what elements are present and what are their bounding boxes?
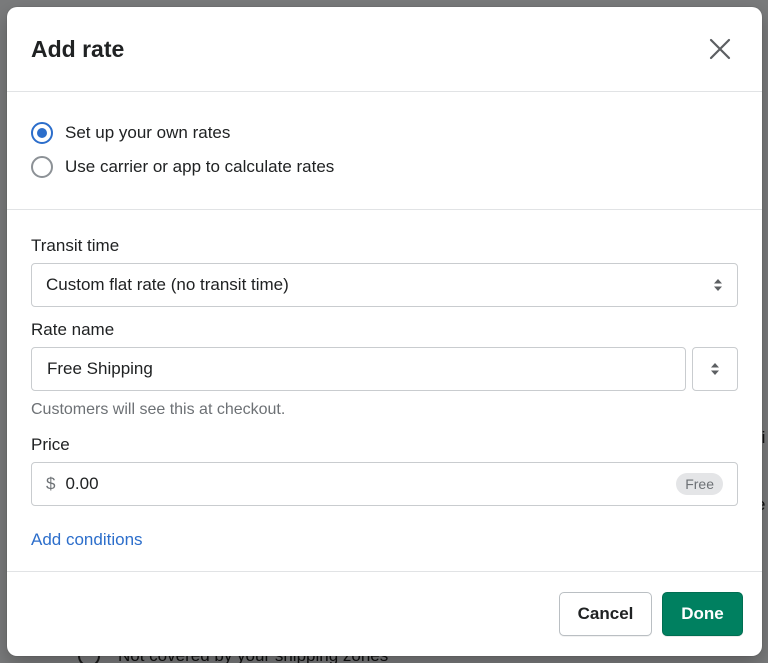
- add-rate-modal: Add rate Set up your own rates Use carri…: [7, 7, 762, 656]
- add-conditions-link[interactable]: Add conditions: [31, 530, 143, 550]
- rate-name-options-button[interactable]: [692, 347, 738, 391]
- modal-footer: Cancel Done: [7, 572, 762, 656]
- rate-name-help-text: Customers will see this at checkout.: [31, 401, 286, 418]
- modal-header: Add rate: [7, 7, 762, 92]
- radio-button-carrier-rates[interactable]: [31, 156, 53, 178]
- free-badge: Free: [676, 473, 723, 495]
- rate-type-section: Set up your own rates Use carrier or app…: [7, 92, 762, 210]
- cancel-button[interactable]: Cancel: [559, 592, 652, 636]
- rate-name-input[interactable]: Free Shipping: [31, 347, 686, 391]
- price-input[interactable]: $ 0.00 Free: [31, 462, 738, 506]
- radio-option-carrier-rates[interactable]: Use carrier or app to calculate rates: [31, 150, 738, 184]
- select-caret-icon: [714, 279, 722, 291]
- radio-option-own-rates[interactable]: Set up your own rates: [31, 116, 738, 150]
- rate-name-row: Free Shipping: [31, 347, 738, 391]
- modal-title: Add rate: [31, 35, 125, 62]
- transit-time-value: Custom flat rate (no transit time): [46, 275, 289, 294]
- close-icon: [709, 38, 731, 60]
- transit-time-select[interactable]: Custom flat rate (no transit time): [31, 263, 738, 307]
- currency-prefix: $: [46, 474, 56, 493]
- select-caret-icon: [711, 363, 719, 375]
- radio-button-own-rates[interactable]: [31, 122, 53, 144]
- close-button[interactable]: [702, 31, 738, 67]
- rate-name-label: Rate name: [31, 320, 115, 339]
- done-button[interactable]: Done: [662, 592, 743, 636]
- radio-label: Use carrier or app to calculate rates: [65, 157, 335, 176]
- rate-form: Transit time Custom flat rate (no transi…: [7, 210, 762, 572]
- price-label: Price: [31, 435, 70, 454]
- price-value: 0.00: [65, 474, 99, 493]
- transit-time-label: Transit time: [31, 236, 120, 255]
- radio-label: Set up your own rates: [65, 123, 231, 142]
